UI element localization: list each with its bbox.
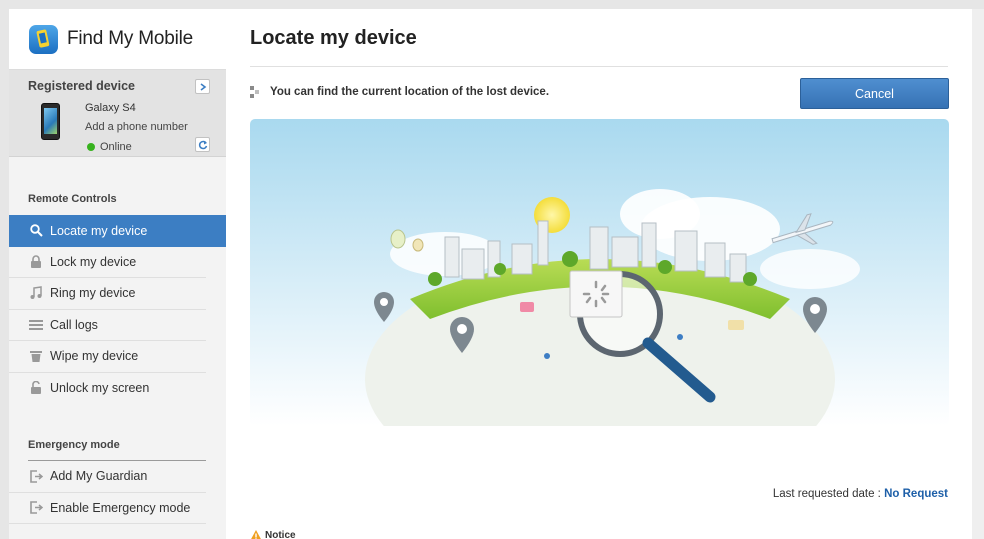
sidebar-item-label: Add My Guardian [50, 469, 148, 484]
find-my-mobile-logo-icon [29, 24, 58, 54]
sidebar-item-label: Lock my device [50, 254, 137, 269]
remote-controls-menu: Locate my device Lock my device Ring my … [9, 215, 226, 404]
lock-icon [28, 254, 44, 270]
sidebar-item-call-logs[interactable]: Call logs [9, 310, 206, 341]
exit-door-icon [28, 500, 44, 516]
refresh-icon [198, 140, 207, 149]
sidebar-item-add-my-guardian[interactable]: Add My Guardian [9, 461, 206, 493]
sidebar-item-wipe-my-device[interactable]: Wipe my device [9, 341, 206, 373]
chevron-right-icon [200, 82, 206, 91]
sidebar: Find My Mobile Registered device Galaxy … [9, 9, 226, 539]
remote-controls-heading: Remote Controls [28, 193, 117, 205]
music-note-icon [28, 285, 44, 301]
emergency-menu: Add My Guardian Enable Emergency mode [9, 461, 226, 524]
sidebar-item-enable-emergency-mode[interactable]: Enable Emergency mode [9, 493, 206, 524]
registered-device-label: Registered device [28, 79, 135, 93]
exit-door-icon [28, 468, 44, 484]
search-icon [28, 223, 44, 239]
add-phone-number-link[interactable]: Add a phone number [85, 121, 188, 133]
phone-thumbnail [41, 103, 60, 140]
sidebar-item-label: Ring my device [50, 286, 136, 301]
cancel-button[interactable]: Cancel [800, 78, 949, 109]
device-status-text: Online [100, 141, 132, 153]
info-text: You can find the current location of the… [270, 86, 550, 98]
divider [250, 66, 948, 67]
notice-label: Notice [265, 530, 296, 539]
logo-bar: Find My Mobile [9, 9, 226, 70]
sidebar-item-label: Unlock my screen [50, 381, 150, 396]
last-requested-value: No Request [884, 488, 948, 500]
last-requested-label: Last requested date : [772, 488, 881, 500]
online-dot-icon [87, 143, 95, 151]
last-requested-date: Last requested date : No Request [773, 488, 948, 500]
registered-device-panel: Registered device Galaxy S4 Add a phone … [9, 70, 226, 157]
main-content: Locate my device You can find the curren… [226, 9, 972, 539]
sidebar-item-locate-my-device[interactable]: Locate my device [9, 215, 226, 247]
unlock-icon [28, 380, 44, 396]
page-scrollbar-track[interactable] [972, 9, 984, 539]
device-name: Galaxy S4 [85, 102, 136, 114]
warning-icon [251, 530, 261, 539]
app-title: Find My Mobile [67, 28, 194, 49]
list-icon [28, 317, 44, 333]
page-title: Locate my device [250, 27, 417, 49]
refresh-button[interactable] [195, 137, 210, 152]
sidebar-item-lock-my-device[interactable]: Lock my device [9, 247, 206, 278]
notice: Notice [250, 530, 296, 539]
info-message: You can find the current location of the… [250, 86, 549, 98]
sidebar-item-unlock-my-screen[interactable]: Unlock my screen [9, 373, 206, 405]
sidebar-item-label: Call logs [50, 317, 98, 332]
sidebar-item-label: Enable Emergency mode [50, 500, 191, 515]
locating-illustration [250, 119, 949, 426]
sidebar-item-ring-my-device[interactable]: Ring my device [9, 278, 206, 310]
device-details-arrow-button[interactable] [195, 79, 210, 94]
device-status: Online [87, 141, 132, 153]
sidebar-item-label: Wipe my device [50, 349, 139, 364]
sidebar-item-label: Locate my device [50, 223, 148, 238]
trash-icon [28, 348, 44, 364]
info-bullet-icon [250, 86, 259, 98]
emergency-mode-heading: Emergency mode [28, 439, 120, 451]
